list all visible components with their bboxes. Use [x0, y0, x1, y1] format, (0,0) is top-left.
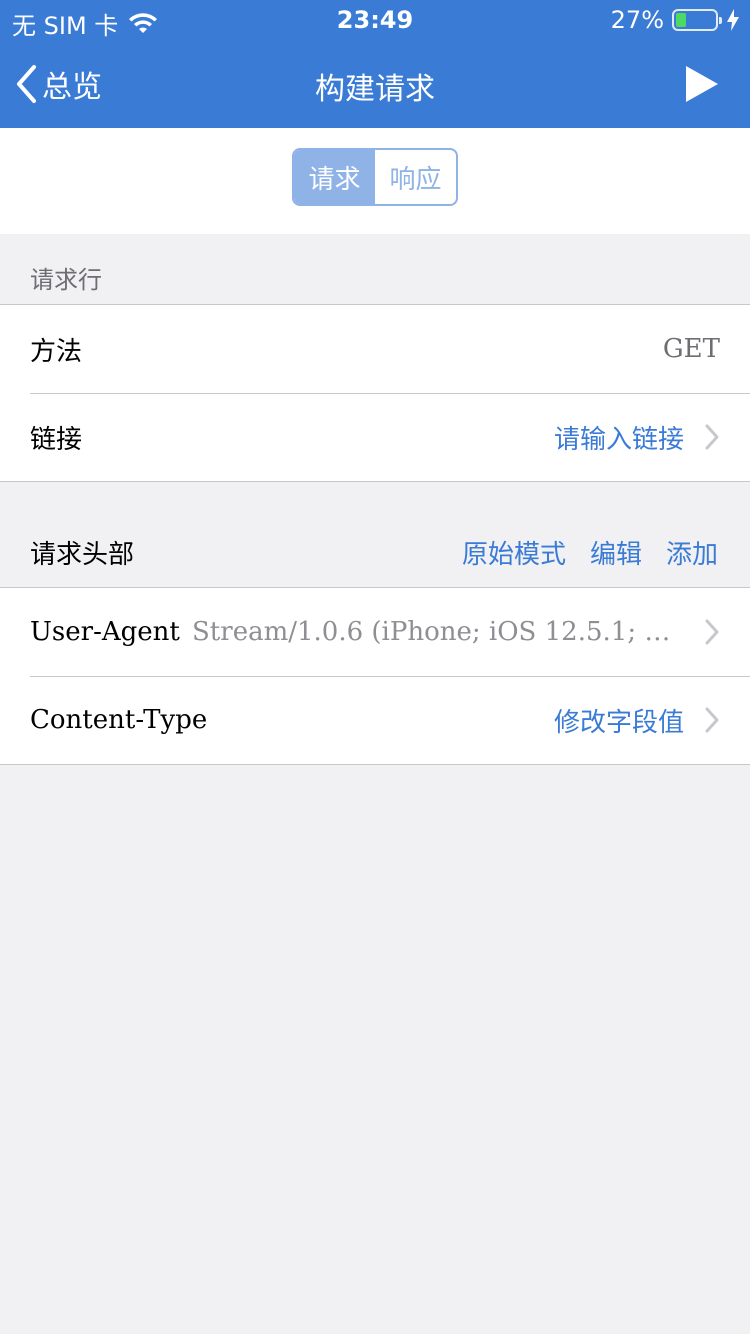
row-label: 链接	[30, 424, 83, 455]
battery-percent: 27%	[610, 6, 664, 34]
row-label: 方法	[30, 336, 83, 367]
header-row-user-agent[interactable]: User-Agent Stream/1.0.6 (iPhone; iOS 12.…	[0, 588, 750, 676]
status-bar: 无 SIM 卡 23:49 27%	[0, 0, 750, 40]
section-title: 请求头部	[30, 540, 135, 570]
battery-status: 27%	[611, 6, 740, 34]
section-title: 请求行	[30, 266, 102, 294]
page-title: 构建请求	[315, 72, 435, 107]
battery-icon	[672, 9, 722, 31]
chevron-right-icon	[705, 424, 719, 450]
raw-mode-button[interactable]: 原始模式	[462, 534, 566, 571]
header-row-content-type[interactable]: Content-Type 修改字段值	[0, 676, 750, 764]
section-header-request-headers: 请求头部 原始模式 编辑 添加	[0, 516, 750, 588]
method-row[interactable]: 方法 GET	[0, 305, 750, 393]
url-row[interactable]: 链接 请输入链接	[0, 393, 750, 481]
segment-area: 请求 响应	[0, 128, 750, 234]
method-value: GET	[662, 334, 720, 364]
battery-level	[676, 13, 686, 27]
top-bar: 无 SIM 卡 23:49 27% 总览 构建请求	[0, 0, 750, 128]
chevron-right-icon	[705, 619, 719, 645]
navigation-bar: 总览 构建请求	[0, 40, 750, 128]
segment-request[interactable]: 请求	[294, 150, 375, 204]
request-headers-group: User-Agent Stream/1.0.6 (iPhone; iOS 12.…	[0, 587, 750, 765]
charging-bolt-icon	[727, 9, 739, 31]
segment-response[interactable]: 响应	[375, 150, 456, 204]
request-line-group: 方法 GET 链接 请输入链接	[0, 304, 750, 482]
user-agent-value: Stream/1.0.6 (iPhone; iOS 12.5.1; Scale/…	[192, 617, 684, 647]
url-placeholder: 请输入链接	[553, 424, 684, 455]
request-response-segment: 请求 响应	[292, 148, 458, 206]
play-icon[interactable]	[684, 64, 720, 104]
add-button[interactable]: 添加	[666, 534, 718, 571]
chevron-right-icon	[705, 707, 719, 733]
row-label: Content-Type	[30, 705, 208, 735]
content-type-value: 修改字段值	[553, 707, 684, 738]
header-actions: 原始模式 编辑 添加	[462, 534, 718, 571]
row-label: User-Agent	[30, 617, 180, 647]
section-header-request-line: 请求行	[0, 234, 750, 304]
edit-button[interactable]: 编辑	[590, 534, 642, 571]
